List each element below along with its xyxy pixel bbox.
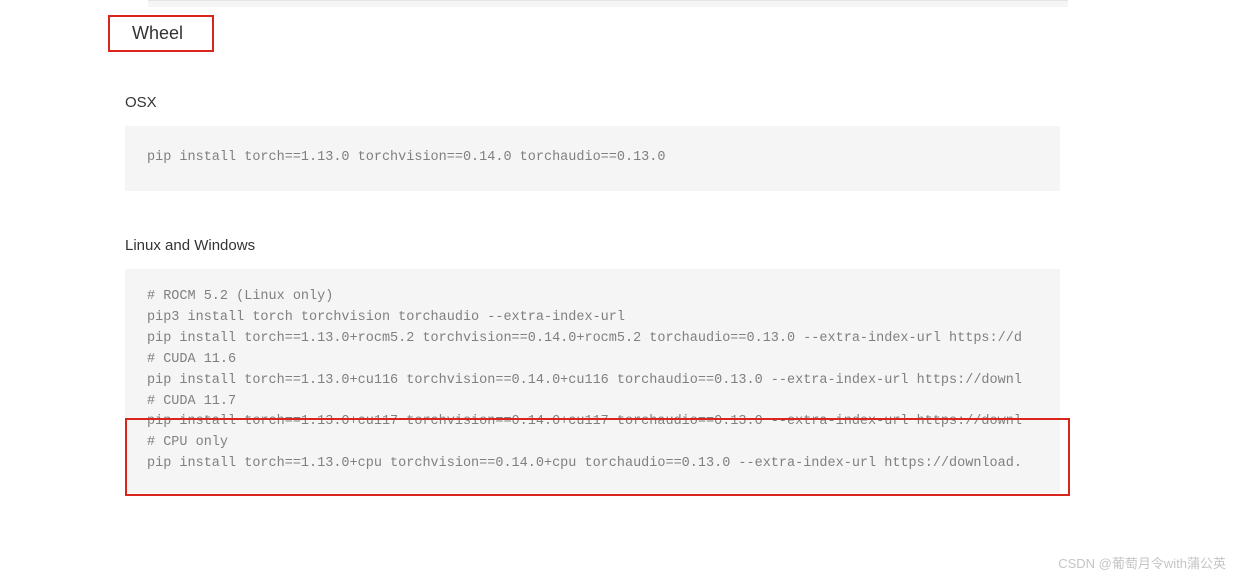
heading-osx: OSX: [125, 94, 1124, 111]
watermark: CSDN @葡萄月令with蒲公英: [1058, 553, 1226, 572]
heading-linux-windows: Linux and Windows: [125, 237, 1124, 254]
code-block-linux-windows[interactable]: # ROCM 5.2 (Linux only) pip3 install tor…: [125, 269, 1060, 493]
heading-wheel: Wheel: [108, 15, 214, 52]
code-block-osx[interactable]: pip install torch==1.13.0 torchvision==0…: [125, 126, 1060, 191]
top-divider: [148, 0, 1068, 7]
